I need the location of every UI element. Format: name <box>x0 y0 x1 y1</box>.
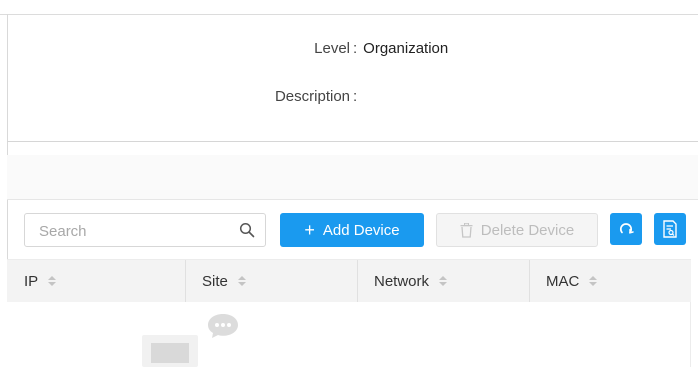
description-label: Description <box>274 88 350 105</box>
description-colon: : <box>353 88 358 105</box>
column-header-mac[interactable]: MAC <box>529 260 691 302</box>
level-colon: : <box>353 40 358 57</box>
sort-icon[interactable] <box>439 276 448 286</box>
column-label-ip: IP <box>24 272 39 290</box>
level-value: Organization <box>363 40 449 57</box>
table-body <box>7 302 691 367</box>
trash-icon <box>460 222 473 238</box>
refresh-button[interactable] <box>610 213 642 245</box>
refresh-icon <box>619 223 634 234</box>
delete-device-label: Delete Device <box>480 221 575 239</box>
column-header-network[interactable]: Network <box>357 260 529 302</box>
top-border <box>0 14 698 15</box>
search-input[interactable] <box>37 220 231 242</box>
level-row: Level : Organization <box>0 40 448 57</box>
search-box[interactable] <box>24 213 266 247</box>
export-button[interactable] <box>654 213 686 245</box>
section-divider <box>7 141 698 142</box>
column-header-ip[interactable]: IP <box>7 260 185 302</box>
table-header: IP Site Network MAC <box>7 259 691 303</box>
column-label-mac: MAC <box>546 272 580 290</box>
search-icon[interactable] <box>239 222 255 238</box>
add-device-button[interactable]: + Add Device <box>280 213 424 247</box>
column-header-site[interactable]: Site <box>185 260 357 302</box>
sort-icon[interactable] <box>589 276 598 286</box>
description-row: Description : <box>0 88 363 105</box>
plus-icon: + <box>304 220 315 240</box>
sort-icon[interactable] <box>237 276 246 286</box>
export-report-icon <box>663 220 677 238</box>
section-spacer <box>7 155 698 200</box>
empty-state-card <box>151 343 189 363</box>
level-label: Level <box>314 40 350 57</box>
column-label-site: Site <box>202 272 228 290</box>
sort-icon[interactable] <box>48 276 57 286</box>
chat-bubble-icon <box>208 314 238 338</box>
add-device-label: Add Device <box>322 221 400 239</box>
column-label-network: Network <box>374 272 430 290</box>
delete-device-button[interactable]: Delete Device <box>436 213 598 247</box>
